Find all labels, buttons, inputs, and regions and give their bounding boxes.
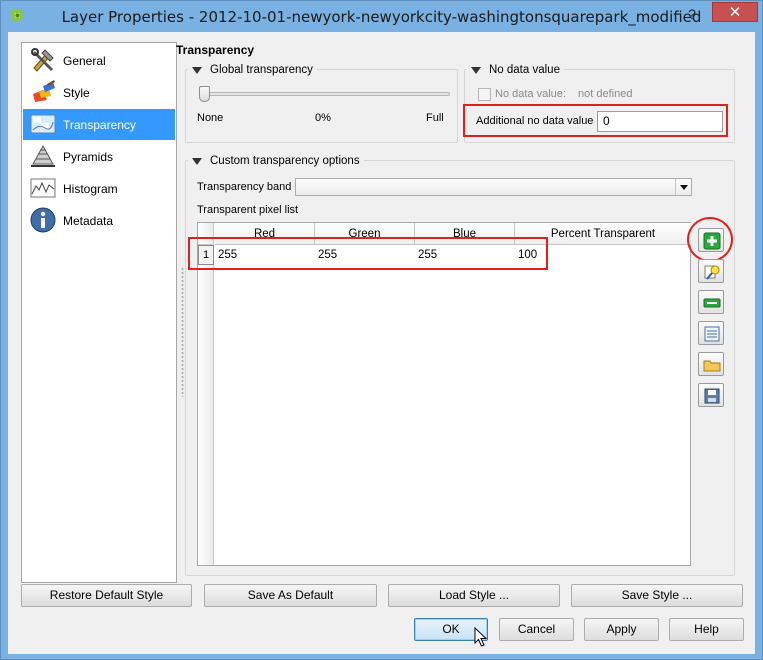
section-title: Transparency (176, 43, 255, 57)
paintbrush-icon (33, 80, 55, 102)
info-icon (30, 207, 56, 233)
splitter-handle[interactable] (181, 267, 184, 397)
transparent-pixel-table[interactable]: Red Green Blue Percent Transparent 1 255… (197, 222, 691, 566)
no-data-value-text: not defined (578, 88, 633, 100)
slider-max-label: Full (426, 112, 444, 124)
nav-item-label: Metadata (63, 214, 114, 228)
slider-value-label: 0% (315, 112, 331, 124)
nav-item-label: Histogram (63, 182, 118, 196)
highlight-circle (687, 217, 733, 262)
highlight-box (463, 104, 728, 137)
group-title: Global transparency (210, 64, 313, 76)
global-transparency-slider-track[interactable] (204, 92, 450, 96)
group-title: No data value (489, 64, 560, 76)
tools-icon (31, 48, 54, 72)
nav-item-label: Pyramids (63, 150, 114, 164)
slider-min-label: None (197, 112, 224, 124)
pick-from-display-button[interactable] (698, 259, 724, 283)
load-style-button[interactable]: Load Style ... (388, 584, 560, 607)
histogram-icon (30, 178, 56, 198)
restore-default-style-button[interactable]: Restore Default Style (21, 584, 192, 607)
dialog-body: General Style Transparency Pyramids Hist… (8, 32, 755, 654)
global-transparency-group (185, 69, 458, 143)
nav-item-metadata[interactable]: Metadata (23, 205, 175, 236)
chevron-down-icon[interactable] (675, 179, 691, 195)
transparency-band-select[interactable] (295, 178, 692, 196)
nav-item-histogram[interactable]: Histogram (23, 173, 175, 204)
close-button[interactable]: ✕ (712, 2, 758, 22)
save-as-default-button[interactable]: Save As Default (204, 584, 377, 607)
no-data-checkbox[interactable] (478, 88, 491, 101)
global-transparency-slider-thumb[interactable] (199, 86, 210, 102)
nav-item-general[interactable]: General (23, 45, 175, 76)
collapse-arrow-icon (471, 66, 481, 74)
nav-item-pyramids[interactable]: Pyramids (23, 141, 175, 172)
apply-button[interactable]: Apply (584, 618, 659, 641)
default-values-icon (704, 326, 720, 342)
nav-item-transparency[interactable]: Transparency (23, 109, 175, 140)
properties-nav-list: General Style Transparency Pyramids Hist… (21, 42, 177, 583)
nav-item-label: General (63, 54, 106, 68)
transparency-icon (30, 114, 56, 134)
transparency-band-label: Transparency band (197, 181, 292, 193)
save-style-button[interactable]: Save Style ... (571, 584, 743, 607)
group-title: Custom transparency options (210, 155, 360, 167)
help-button[interactable]: Help (669, 618, 744, 641)
custom-transparency-header[interactable]: Custom transparency options (188, 155, 364, 167)
no-data-checkbox-label: No data value: (495, 88, 566, 100)
nav-item-label: Transparency (63, 118, 136, 132)
import-file-button[interactable] (698, 352, 724, 376)
title-bar[interactable]: Layer Properties - 2012-10-01-newyork-ne… (1, 1, 762, 32)
pick-from-display-icon (704, 265, 720, 280)
global-transparency-header[interactable]: Global transparency (188, 64, 317, 76)
default-values-button[interactable] (698, 321, 724, 345)
collapse-arrow-icon (192, 157, 202, 165)
pixel-list-label: Transparent pixel list (197, 204, 299, 216)
nav-item-label: Style (63, 86, 90, 100)
nav-item-style[interactable]: Style (23, 77, 175, 108)
no-data-header[interactable]: No data value (467, 64, 564, 76)
cancel-button[interactable]: Cancel (499, 618, 574, 641)
titlebar-help-button[interactable]: ? (681, 4, 703, 24)
mouse-cursor-icon (474, 627, 488, 647)
pyramid-icon (31, 144, 55, 167)
remove-value-icon (703, 298, 721, 308)
export-file-icon (704, 388, 720, 404)
remove-value-button[interactable] (698, 290, 724, 314)
collapse-arrow-icon (192, 66, 202, 74)
layer-properties-window: Layer Properties - 2012-10-01-newyork-ne… (0, 0, 763, 660)
window-title: Layer Properties - 2012-10-01-newyork-ne… (61, 8, 702, 26)
export-file-button[interactable] (698, 383, 724, 407)
highlight-box (188, 237, 548, 270)
import-file-icon (703, 360, 721, 372)
row-header-column (198, 245, 214, 565)
